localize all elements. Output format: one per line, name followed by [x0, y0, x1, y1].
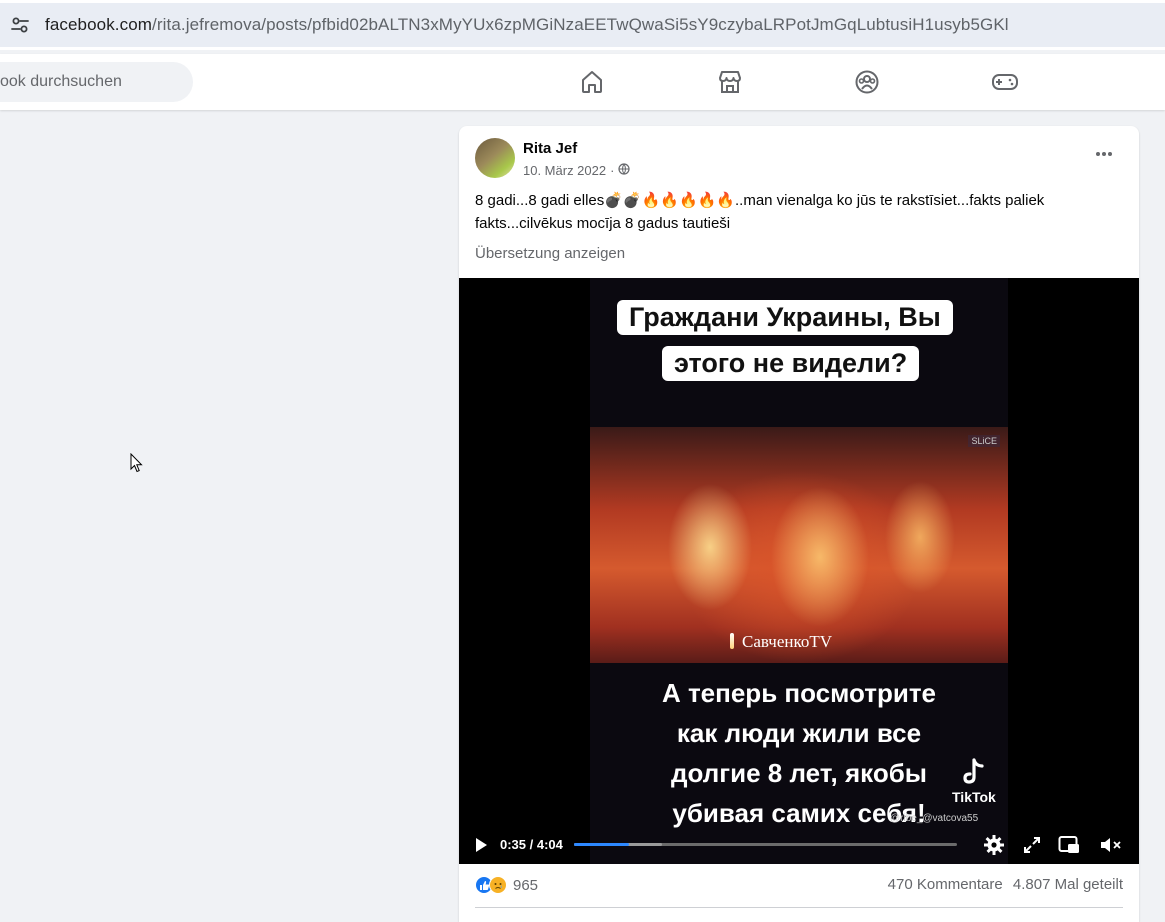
globe-icon — [618, 163, 631, 178]
mouse-cursor-icon — [130, 453, 143, 473]
post-date[interactable]: 10. März 2022 — [523, 163, 606, 178]
engagement-stats: 470 Kommentare 4.807 Mal geteilt — [888, 876, 1123, 893]
progress-bar[interactable] — [574, 843, 957, 846]
fullscreen-icon[interactable] — [1020, 833, 1044, 857]
video-controls: 0:35 / 4:04 — [459, 826, 1139, 864]
post-stats: 965 470 Kommentare 4.807 Mal geteilt — [475, 876, 1123, 896]
post-meta: 10. März 2022 · — [523, 163, 631, 178]
avatar[interactable] — [475, 138, 515, 178]
top-caption-2: этого не видели? — [662, 346, 920, 381]
tiktok-handle: @ribe_@vatcova55 — [890, 813, 979, 824]
facebook-top-nav: ook durchsuchen — [0, 54, 1165, 110]
url-domain: facebook.com — [45, 15, 153, 34]
post-author[interactable]: Rita Jef — [523, 140, 577, 157]
translate-link[interactable]: Übersetzung anzeigen — [475, 245, 625, 262]
picture-in-picture-icon[interactable] — [1057, 833, 1081, 857]
sad-icon — [489, 876, 507, 894]
top-caption-1: Граждани Украины, Вы — [617, 300, 953, 335]
bottom-caption-line: А теперь посмотрите — [661, 678, 937, 708]
video-frame: Граждани Украины, Вы этого не видели? SL… — [590, 278, 1008, 864]
groups-icon[interactable] — [853, 68, 881, 96]
tiktok-logo: TikTok — [952, 758, 996, 805]
meta-separator: · — [610, 163, 615, 178]
channel-watermark-text: СавченкоTV — [742, 632, 833, 651]
time-display: 0:35 / 4:04 — [500, 837, 563, 852]
more-options-icon[interactable] — [1089, 144, 1119, 164]
search-placeholder: ook durchsuchen — [0, 73, 122, 90]
candle-icon — [730, 633, 734, 649]
post-card: Rita Jef 10. März 2022 · 8 gadi...8 gadi… — [459, 126, 1139, 922]
tune-icon[interactable] — [0, 5, 40, 45]
tiktok-label: TikTok — [952, 789, 996, 805]
browser-toolbar: facebook.com/rita.jefremova/posts/pfbid0… — [0, 0, 1165, 50]
fire-image: SLiCE СавченкоTV — [590, 427, 1008, 663]
shares-count[interactable]: 4.807 Mal geteilt — [1013, 876, 1123, 893]
muted-volume-icon[interactable] — [1099, 833, 1123, 857]
address-bar[interactable]: facebook.com/rita.jefremova/posts/pfbid0… — [0, 3, 1165, 47]
reactions-summary[interactable]: 965 — [475, 876, 538, 894]
reaction-count: 965 — [513, 876, 539, 894]
corner-logo: SLiCE — [968, 435, 1000, 447]
marketplace-icon[interactable] — [716, 68, 744, 96]
gaming-icon[interactable] — [991, 68, 1019, 96]
settings-icon[interactable] — [982, 833, 1006, 857]
video-player[interactable]: Граждани Украины, Вы этого не видели? SL… — [459, 278, 1139, 864]
divider — [475, 907, 1123, 908]
search-input[interactable]: ook durchsuchen — [0, 62, 193, 102]
url-path: /rita.jefremova/posts/pfbid02bALTN3xMyYU… — [152, 15, 1009, 34]
tiktok-icon — [963, 758, 984, 784]
bottom-caption: А теперь посмотрите как люди жили все до… — [590, 673, 1008, 833]
url-text[interactable]: facebook.com/rita.jefremova/posts/pfbid0… — [45, 15, 1009, 35]
post-text: 8 gadi...8 gadi elles💣💣🔥🔥🔥🔥🔥..man vienal… — [475, 192, 1045, 232]
channel-watermark: СавченкоTV — [730, 632, 832, 652]
progress-played — [574, 843, 629, 846]
comments-count[interactable]: 470 Kommentare — [888, 876, 1003, 893]
bottom-caption-line: долгие 8 лет, якобы — [671, 758, 927, 788]
home-icon[interactable] — [578, 68, 606, 96]
bottom-caption-line: как люди жили все — [676, 718, 922, 748]
play-icon[interactable] — [471, 835, 491, 855]
